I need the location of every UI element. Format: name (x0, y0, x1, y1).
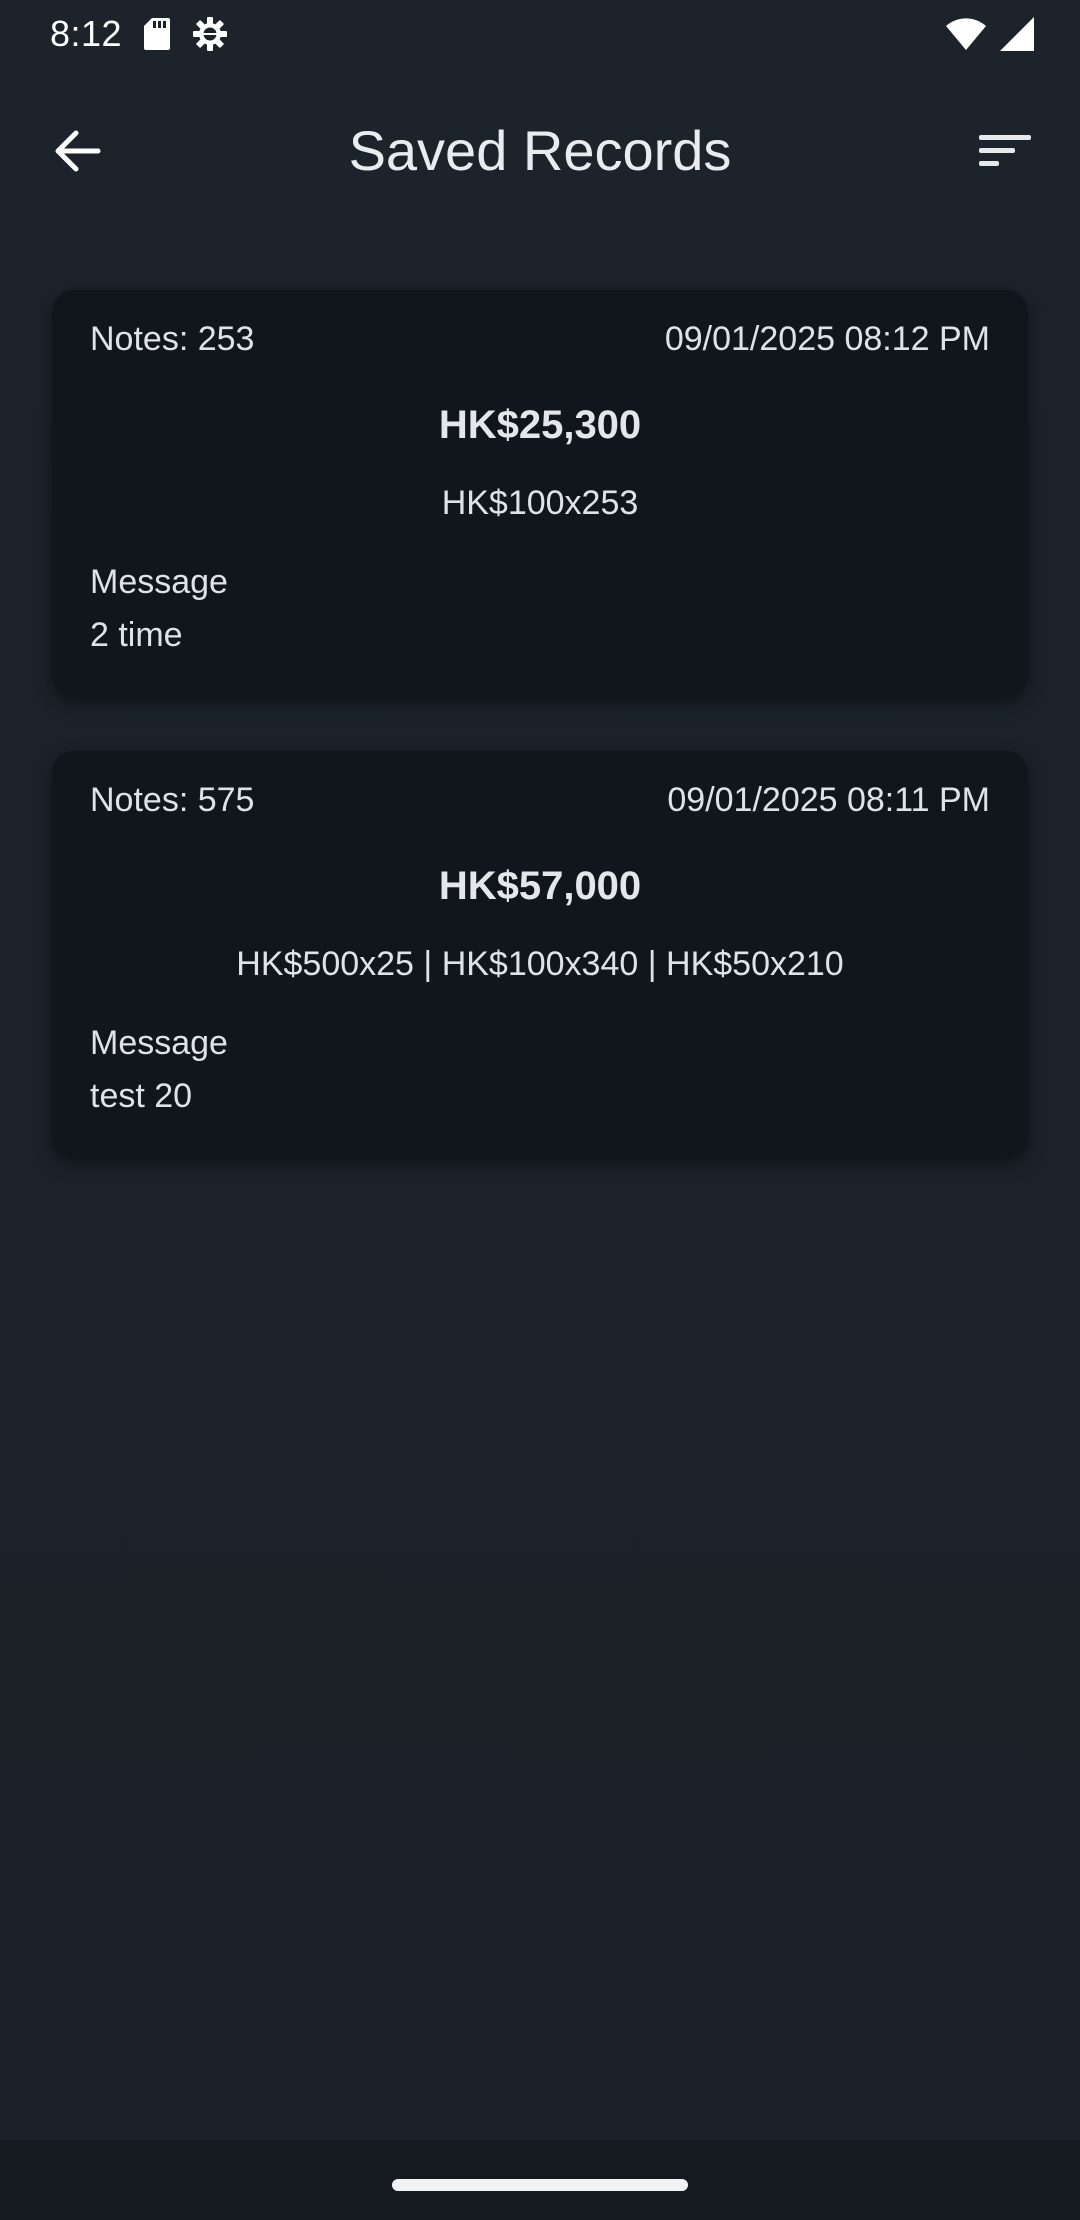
records-list: Notes: 253 09/01/2025 08:12 PM HK$25,300… (52, 290, 1028, 1212)
screen: 8:12 Saved Records Notes: 253 09/01/2025… (0, 0, 1080, 2220)
app-bar: Saved Records (0, 68, 1080, 238)
record-card[interactable]: Notes: 253 09/01/2025 08:12 PM HK$25,300… (52, 290, 1028, 697)
record-breakdown: HK$500x25 | HK$100x340 | HK$50x210 (236, 945, 844, 983)
navigation-bar (0, 2140, 1080, 2220)
wifi-icon (946, 18, 986, 50)
sort-icon (979, 133, 1031, 174)
record-amount: HK$25,300 (438, 403, 642, 447)
cell-signal-icon (1000, 17, 1034, 51)
record-notes: Notes: 253 (90, 320, 255, 358)
gear-icon (192, 16, 228, 52)
sd-card-icon (144, 18, 171, 50)
record-message: test 20 (90, 1077, 193, 1115)
sort-button[interactable] (970, 118, 1040, 188)
record-card-header: Notes: 253 09/01/2025 08:12 PM (90, 320, 990, 359)
status-time: 8:12 (50, 13, 123, 54)
record-card-header: Notes: 575 09/01/2025 08:11 PM (90, 781, 990, 820)
record-message-label: Message (90, 1024, 228, 1062)
record-datetime: 09/01/2025 08:11 PM (667, 781, 990, 819)
record-amount: HK$57,000 (438, 864, 642, 908)
gesture-handle[interactable] (392, 2179, 688, 2191)
page-title: Saved Records (348, 119, 732, 182)
record-message-label: Message (90, 563, 228, 601)
record-notes: Notes: 575 (90, 781, 255, 819)
record-breakdown: HK$100x253 (441, 484, 639, 522)
record-card[interactable]: Notes: 575 09/01/2025 08:11 PM HK$57,000… (52, 751, 1028, 1158)
status-right-icons (946, 17, 1034, 51)
record-message: 2 time (90, 616, 183, 654)
record-datetime: 09/01/2025 08:12 PM (664, 320, 990, 358)
status-bar: 8:12 (0, 0, 1080, 68)
